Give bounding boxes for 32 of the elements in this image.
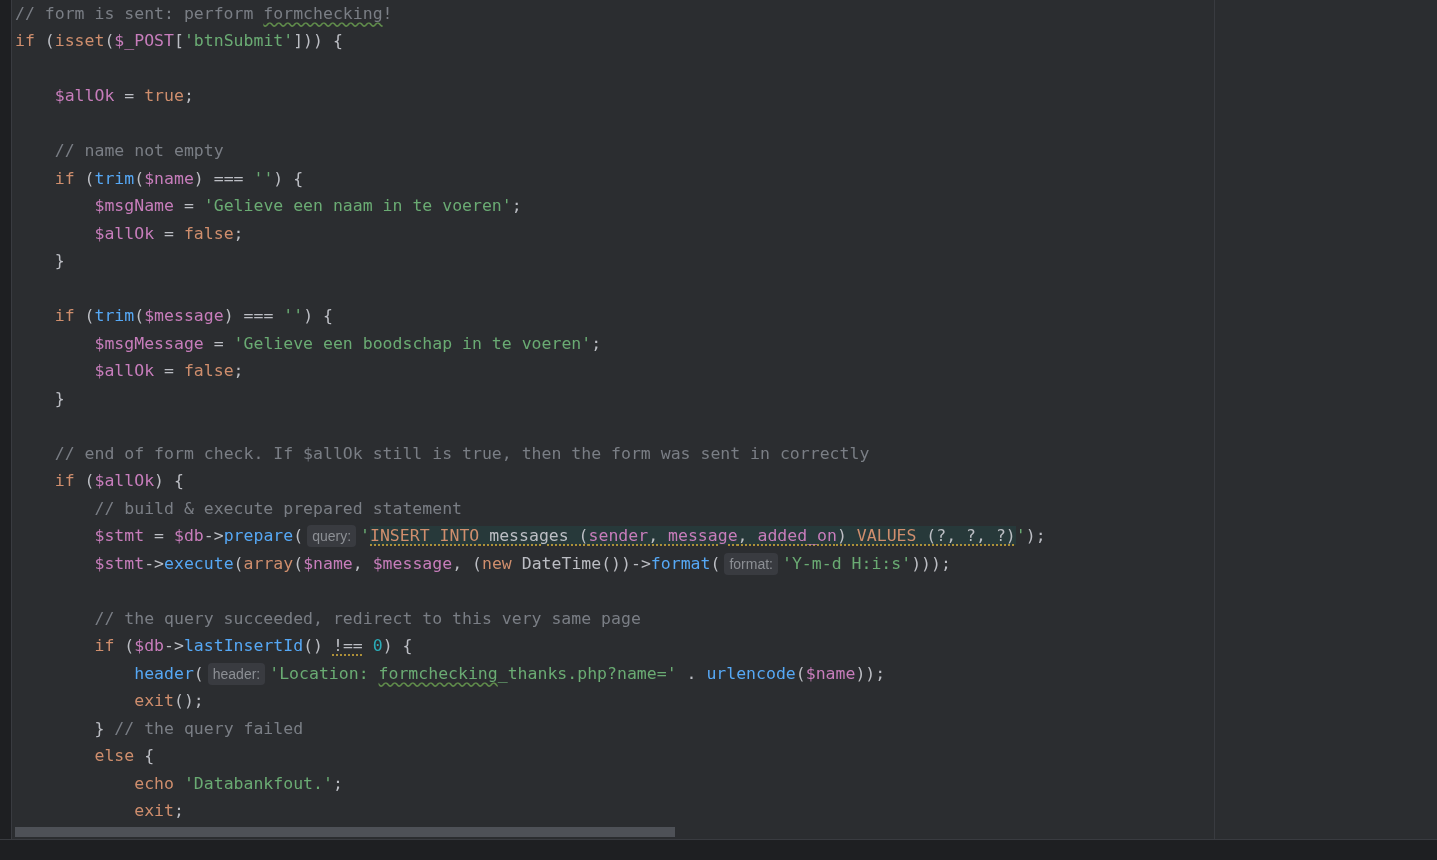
code-text: if (trim($name) === '') { [54,167,304,190]
code-text: $allOk = false; [94,222,244,245]
code-text: $stmt = $db->prepare( [94,525,304,548]
code-text: exit; [134,800,184,823]
code-text: if ($allOk) { [54,470,184,493]
code-text: header( [134,662,204,685]
horizontal-scrollbar[interactable] [15,827,675,837]
code-text: // name not empty [54,140,224,163]
code-text: if (isset($_POST['btnSubmit'])) { [15,30,343,53]
parameter-hint: header: [207,662,266,685]
code-text: if (trim($message) === '') { [54,305,333,328]
code-text: // the query succeeded, redirect to this very same page [94,607,641,630]
code-text: // form is sent: perform formchecking! [15,2,393,25]
code-text: else { [94,745,155,768]
code-text: // build & execute prepared statement [94,497,463,520]
code-text: } [54,387,65,410]
code-text: exit(); [134,690,204,713]
code-text: $allOk = true; [54,85,194,108]
code-text: 'Location: formchecking_thanks.php?name=' . urlencode($name)); [269,662,886,685]
code-text: } // the query failed [94,717,304,740]
code-text: $msgName = 'Gelieve een naam in te voeren'; [94,195,522,218]
code-text: // end of form check. If $allOk still is true, then the form was sent in correctly [54,442,870,465]
code-text: 'INSERT INTO messages (sender, message, added_on) VALUES (?, ?, ?)'); [360,525,1046,548]
parameter-hint: format: [724,552,778,575]
code-text: } [54,250,65,273]
code-text: 'Y-m-d H:i:s'))); [782,552,951,575]
code-text: $stmt->execute(array($name, $message, (new DateTime())->format( [94,552,721,575]
code-text: echo 'Databankfout.'; [134,772,343,795]
code-text: if ($db->lastInsertId() !== 0) { [94,635,413,658]
code-text: $msgMessage = 'Gelieve een boodschap in te voeren'; [94,332,602,355]
parameter-hint: query: [307,525,357,548]
code-text: $allOk = false; [94,360,244,383]
